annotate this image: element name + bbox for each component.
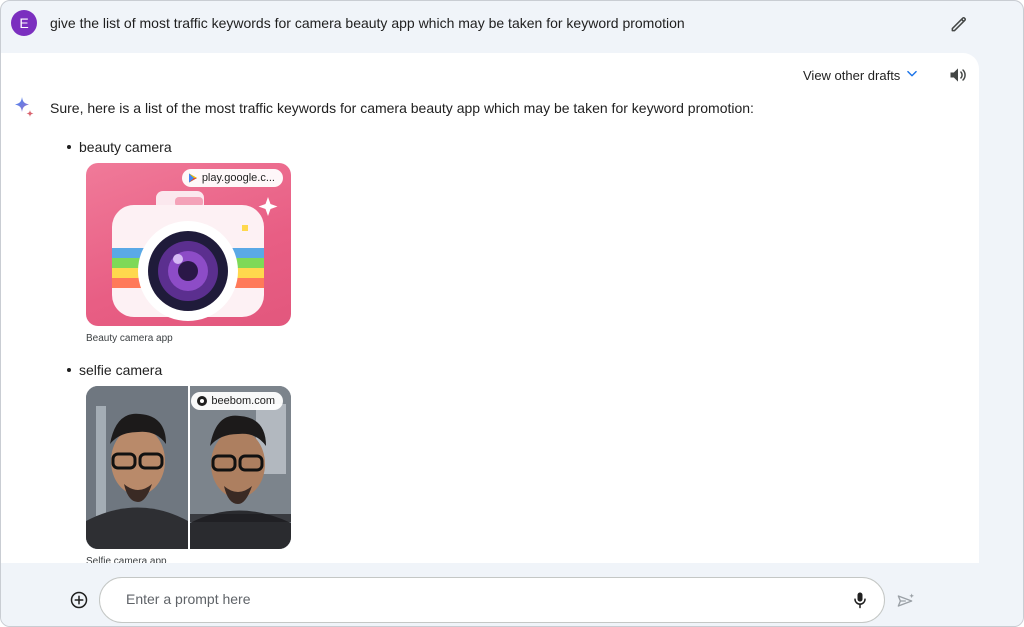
prompt-input-bar (1, 563, 1023, 626)
view-other-drafts-button[interactable]: View other drafts (803, 68, 900, 83)
source-domain: play.google.c... (201, 172, 275, 184)
edit-pencil-icon[interactable] (949, 14, 969, 34)
bullet-dot (67, 145, 71, 150)
list-item-keyword: beauty camera (67, 139, 172, 155)
beebom-site-icon (197, 396, 208, 407)
user-prompt-text: give the list of most traffic keywords f… (50, 15, 685, 31)
microphone-icon[interactable] (850, 590, 870, 610)
source-chip[interactable]: beebom.com (191, 392, 283, 410)
prompt-input-container (99, 577, 885, 623)
bullet-dot (67, 368, 71, 373)
speaker-icon[interactable] (948, 65, 968, 85)
chat-window: E give the list of most traffic keywords… (0, 0, 1024, 627)
prompt-input[interactable] (124, 590, 828, 608)
google-play-icon (188, 173, 197, 183)
gemini-spark-icon (15, 97, 34, 117)
image-caption: Beauty camera app (86, 333, 173, 344)
camera-app-logo-illustration (112, 191, 278, 321)
response-card: View other drafts Sure, here is a list o… (1, 53, 979, 573)
selfie-camera-image[interactable]: beebom.com (86, 386, 291, 549)
chevron-down-icon[interactable] (905, 67, 919, 81)
source-chip[interactable]: play.google.c... (181, 169, 283, 187)
user-prompt-row: E give the list of most traffic keywords… (1, 1, 1023, 47)
source-domain: beebom.com (211, 395, 275, 407)
beauty-camera-image[interactable]: play.google.c... (86, 163, 291, 326)
response-intro-text: Sure, here is a list of the most traffic… (50, 100, 754, 116)
keyword-label: beauty camera (79, 139, 172, 155)
add-circle-icon[interactable] (69, 590, 89, 610)
keyword-label: selfie camera (79, 362, 163, 378)
selfie-photo-illustration (86, 386, 291, 549)
user-avatar[interactable]: E (11, 10, 37, 36)
list-item-keyword: selfie camera (67, 362, 162, 378)
send-icon[interactable] (895, 591, 915, 611)
